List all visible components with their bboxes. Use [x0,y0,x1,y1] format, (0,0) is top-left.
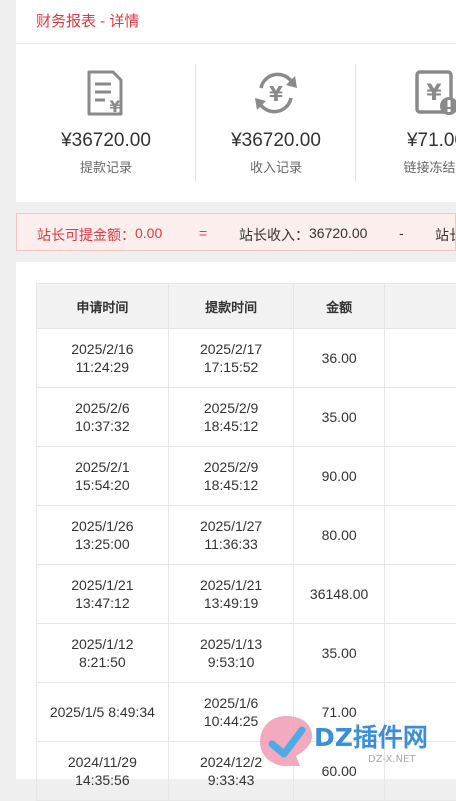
apply-time-cell: 2025/1/5 8:49:34 [37,683,169,742]
date-text: 2025/2/6 [37,399,168,417]
balance-formula-bar: 站长可提金额： 0.00 = 站长收入： 36720.00 - 站长 [16,213,456,251]
time-text: 14:35:56 [37,771,168,789]
stat-label: 提款记录 [16,157,196,176]
stat-label: 收入记录 [196,157,356,176]
withdrawable-value: 0.00 [135,225,162,241]
svg-text:¥: ¥ [109,97,120,116]
time-text: 18:45:12 [169,417,294,435]
withdrawable-label: 站长可提金额： [37,225,135,245]
column-header-withdraw-time: 提款时间 [168,284,294,329]
time-text: 18:45:12 [169,476,294,494]
column-header-amount: 金额 [294,284,384,329]
svg-text:¥: ¥ [269,82,283,106]
time-text: 11:24:29 [37,358,168,376]
date-text: 2025/1/12 [37,635,168,653]
apply-time-cell: 2025/2/610:37:32 [37,388,169,447]
time-text: 8:21:50 [37,653,168,671]
page-title: 财务报表 - 详情 [36,10,139,31]
date-text: 2025/2/17 [169,340,294,358]
dz-plugin-watermark: DZ插件网 DZ-X.NET [256,710,451,770]
extra-cell [384,388,456,447]
time-text: 15:54:20 [37,476,168,494]
date-text: 2025/1/5 8:49:34 [37,703,168,721]
date-text: 2025/2/16 [37,340,168,358]
table-row: 2025/2/1611:24:29 2025/2/1717:15:52 36.0… [37,329,456,388]
yen-exchange-icon: ¥ [251,68,301,118]
date-text: 2025/1/26 [37,517,168,535]
apply-time-cell: 2025/2/115:54:20 [37,447,169,506]
divider [355,64,356,182]
date-text: 2025/1/13 [169,635,294,653]
column-header-apply-time: 申请时间 [37,284,169,329]
amount-cell: 36.00 [294,329,384,388]
date-text: 2025/1/21 [169,576,294,594]
time-text: 9:53:10 [169,653,294,671]
time-text: 9:33:43 [169,771,294,789]
stat-amount: ¥71.00 [366,130,456,152]
amount-cell: 35.00 [294,388,384,447]
date-text: 2025/1/27 [169,517,294,535]
withdraw-document-icon: ¥ [81,68,131,118]
withdraw-time-cell: 2025/2/918:45:12 [168,388,294,447]
watermark-url: DZ-X.NET [368,754,416,765]
page-header: 财务报表 - 详情 [16,0,456,44]
extra-cell [384,624,456,683]
time-text: 17:15:52 [169,358,294,376]
date-text: 2025/2/1 [37,458,168,476]
apply-time-cell: 2025/2/1611:24:29 [37,329,169,388]
extra-cell [384,506,456,565]
stat-amount: ¥36720.00 [16,130,196,152]
time-text: 13:47:12 [37,594,168,612]
frozen-yen-icon: ¥ [411,68,456,118]
table-row: 2025/1/2613:25:00 2025/1/2711:36:33 80.0… [37,506,456,565]
date-text: 2025/2/9 [169,399,294,417]
time-text: 11:36:33 [169,535,294,553]
amount-cell: 80.00 [294,506,384,565]
time-text: 10:37:32 [37,417,168,435]
date-text: 2025/1/21 [37,576,168,594]
stat-withdraw-records[interactable]: ¥ ¥36720.00 提款记录 [16,44,196,202]
time-text: 13:25:00 [37,535,168,553]
minus-sign: - [399,225,404,241]
stat-frozen-link-funds[interactable]: ¥ ¥71.00 链接冻结资 [366,44,456,202]
apply-time-cell: 2024/11/2914:35:56 [37,742,169,801]
amount-cell: 36148.00 [294,565,384,624]
withdraw-time-cell: 2025/2/1717:15:52 [168,329,294,388]
date-text: 2024/11/29 [37,753,168,771]
income-label: 站长收入： [239,225,309,245]
table-row: 2025/2/115:54:20 2025/2/918:45:12 90.00 [37,447,456,506]
equals-sign: = [199,225,207,241]
apply-time-cell: 2025/1/2113:47:12 [37,565,169,624]
withdraw-time-cell: 2025/1/139:53:10 [168,624,294,683]
table-row: 2025/1/128:21:50 2025/1/139:53:10 35.00 [37,624,456,683]
apply-time-cell: 2025/1/2613:25:00 [37,506,169,565]
withdraw-time-cell: 2025/1/2113:49:19 [168,565,294,624]
apply-time-cell: 2025/1/128:21:50 [37,624,169,683]
extra-cell [384,447,456,506]
table-row: 2025/2/610:37:32 2025/2/918:45:12 35.00 [37,388,456,447]
income-value: 36720.00 [309,225,367,241]
withdraw-time-cell: 2025/2/918:45:12 [168,447,294,506]
stat-income-records[interactable]: ¥ ¥36720.00 收入记录 [196,44,356,202]
extra-cell [384,565,456,624]
table-row: 2025/1/2113:47:12 2025/1/2113:49:19 3614… [37,565,456,624]
stats-panel: ¥ ¥36720.00 提款记录 ¥ ¥36720.00 收入记录 ¥ ¥71.… [16,44,456,202]
extra-cell [384,329,456,388]
records-panel: 申请时间 提款时间 金额 2025/2/1611:24:29 2025/2/17… [16,262,456,779]
amount-cell: 90.00 [294,447,384,506]
svg-text:¥: ¥ [426,81,442,106]
frozen-label-cut: 站长 [435,225,456,245]
table-header-row: 申请时间 提款时间 金额 [37,284,456,329]
watermark-brand: DZ插件网 [314,723,428,752]
withdraw-time-cell: 2025/1/2711:36:33 [168,506,294,565]
stat-label: 链接冻结资 [366,157,456,176]
time-text: 13:49:19 [169,594,294,612]
column-header-extra [384,284,456,329]
stat-amount: ¥36720.00 [196,130,356,152]
date-text: 2025/2/9 [169,458,294,476]
amount-cell: 35.00 [294,624,384,683]
